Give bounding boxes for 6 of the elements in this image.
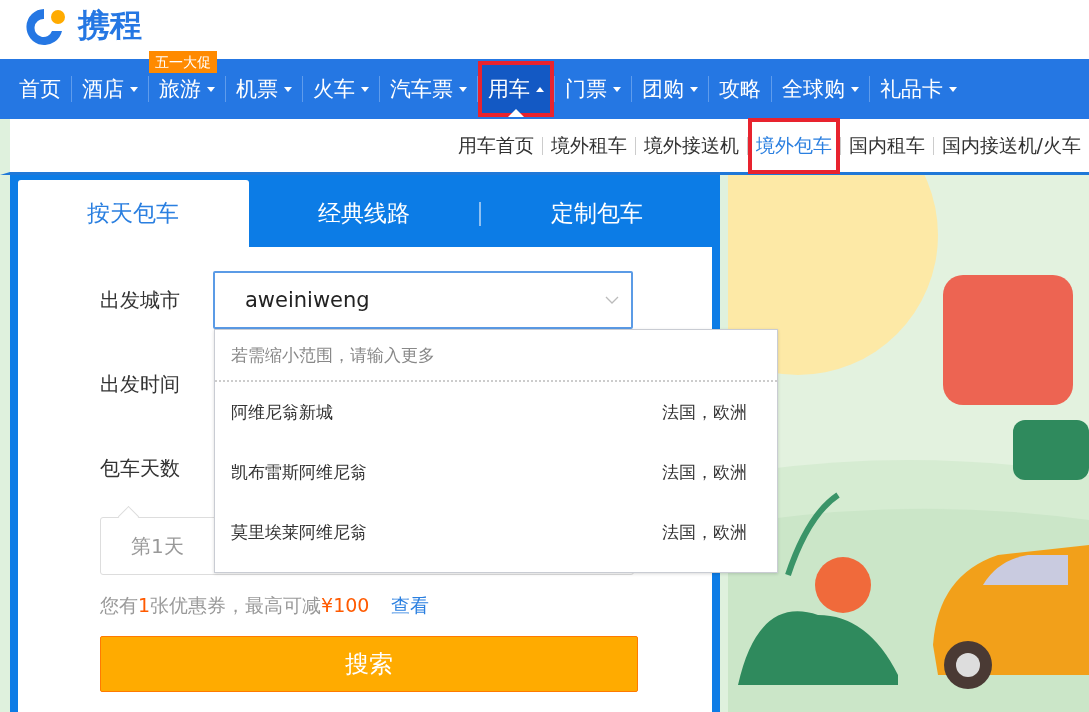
promo-badge: 五一大促: [149, 51, 217, 73]
logo-text: 携程: [78, 7, 142, 43]
field-label: 出发时间: [100, 371, 181, 398]
coupon-text: 您有1张优惠券，最高可减¥100: [100, 593, 370, 618]
field-label: 包车天数: [100, 455, 181, 482]
field-label: 出发城市: [100, 287, 181, 314]
